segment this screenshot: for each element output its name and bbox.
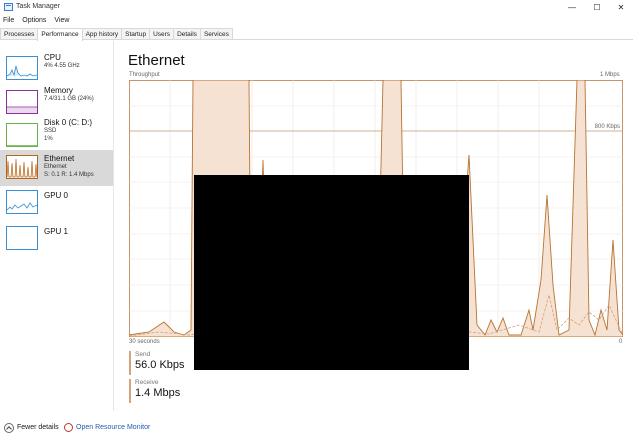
- fewer-details-link[interactable]: Fewer details: [17, 424, 59, 431]
- receive-label: Receive: [135, 379, 159, 386]
- sidebar-item-detail: 1%: [44, 136, 53, 142]
- send-stat: Send 56.0 Kbps: [129, 351, 199, 375]
- receive-value: 1.4 Mbps: [135, 387, 181, 399]
- menu-file[interactable]: File: [0, 15, 18, 27]
- sidebar-item-gpu0[interactable]: GPU 0: [0, 185, 113, 221]
- time-span-label: 30 seconds: [129, 339, 160, 345]
- sidebar-item-label: Ethernet: [44, 154, 75, 163]
- sidebar-item-cpu[interactable]: CPU 4% 4.55 GHz: [0, 51, 113, 87]
- tab-users[interactable]: Users: [149, 28, 175, 39]
- sidebar-item-detail: Ethernet: [44, 164, 67, 170]
- resource-monitor-icon[interactable]: [64, 423, 73, 432]
- page-title: Ethernet: [128, 52, 185, 69]
- sidebar-item-gpu1[interactable]: GPU 1: [0, 221, 113, 257]
- tab-processes[interactable]: Processes: [0, 28, 39, 39]
- window-title: Task Manager: [16, 3, 60, 10]
- chevron-up-icon[interactable]: [4, 423, 14, 433]
- tab-performance[interactable]: Performance: [37, 28, 83, 41]
- sidebar-item-label: GPU 0: [44, 191, 69, 200]
- tab-strip: Processes Performance App history Startu…: [0, 28, 633, 41]
- menu-options[interactable]: Options: [18, 15, 50, 27]
- sidebar-item-detail: 7.4/31.1 GB (24%): [44, 96, 94, 102]
- sidebar-item-label: Memory: [44, 86, 73, 95]
- sidebar-item-detail: S: 0.1 R: 1.4 Mbps: [44, 172, 94, 178]
- menu-bar: File Options View: [0, 15, 633, 27]
- mid-throughput-label: 800 Kbps: [595, 124, 620, 130]
- open-resource-monitor-link[interactable]: Open Resource Monitor: [76, 424, 150, 431]
- tab-services[interactable]: Services: [199, 28, 233, 39]
- sidebar-item-detail: 4% 4.55 GHz: [44, 63, 80, 69]
- memory-thumbnail-graph: [6, 90, 38, 114]
- footer-bar: Fewer details Open Resource Monitor: [0, 421, 633, 438]
- tab-app-history[interactable]: App history: [81, 28, 123, 39]
- maximize-button[interactable]: ☐: [585, 0, 609, 15]
- minimize-button[interactable]: —: [560, 0, 584, 15]
- ethernet-thumbnail-graph: [6, 155, 38, 179]
- resource-sidebar: CPU 4% 4.55 GHz Memory 7.4/31.1 GB (24%)…: [0, 41, 114, 411]
- send-value: 56.0 Kbps: [135, 359, 185, 371]
- send-label: Send: [135, 351, 151, 358]
- tab-startup[interactable]: Startup: [121, 28, 151, 39]
- cpu-thumbnail-graph: [6, 56, 38, 80]
- sidebar-item-label: GPU 1: [44, 227, 69, 236]
- close-button[interactable]: ✕: [609, 0, 633, 15]
- sidebar-item-disk[interactable]: Disk 0 (C: D:) SSD 1%: [0, 118, 113, 154]
- max-throughput-label: 1 Mbps: [600, 72, 620, 78]
- sidebar-item-label: Disk 0 (C: D:): [44, 118, 92, 127]
- title-bar: Task Manager — ☐ ✕: [0, 0, 633, 15]
- gpu0-thumbnail-graph: [6, 190, 38, 214]
- sidebar-item-detail: SSD: [44, 128, 57, 134]
- menu-view[interactable]: View: [50, 15, 73, 27]
- receive-stat: Receive 1.4 Mbps: [129, 379, 199, 403]
- gpu1-thumbnail-graph: [6, 226, 38, 250]
- throughput-label: Throughput: [129, 72, 160, 78]
- disk-thumbnail-graph: [6, 123, 38, 147]
- task-manager-icon: [4, 3, 13, 11]
- redacted-overlay: [194, 175, 469, 370]
- sidebar-item-label: CPU: [44, 53, 61, 62]
- time-zero-label: 0: [619, 339, 623, 345]
- sidebar-item-memory[interactable]: Memory 7.4/31.1 GB (24%): [0, 85, 113, 121]
- tab-details[interactable]: Details: [173, 28, 201, 39]
- sidebar-item-ethernet[interactable]: Ethernet Ethernet S: 0.1 R: 1.4 Mbps: [0, 150, 113, 186]
